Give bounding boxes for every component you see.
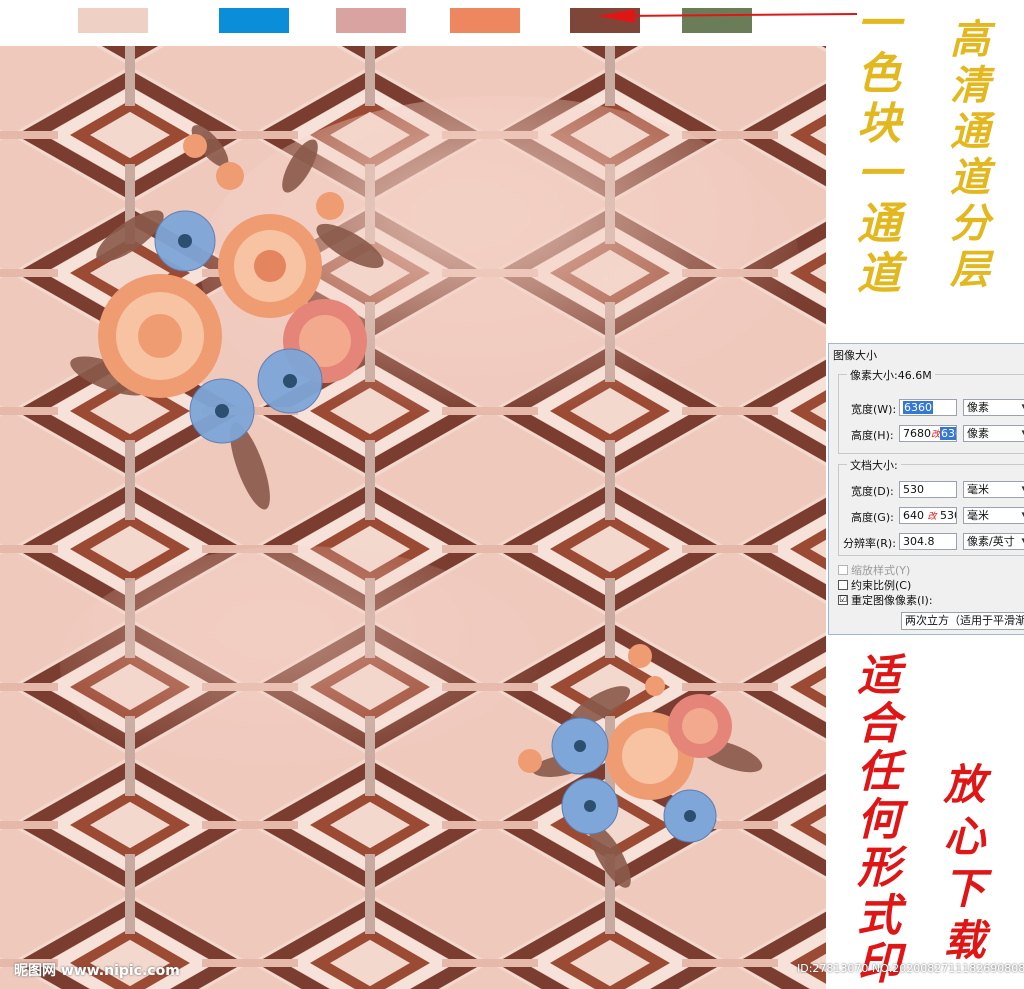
doc-height-label: 高度(G): [851,511,894,524]
resolution-input[interactable]: 304.8 [899,533,957,550]
pattern-artwork [0,46,826,989]
scale-styles-checkbox[interactable]: 缩放样式(Y) [838,562,910,578]
doc-width-value: 530 [903,483,924,496]
resample-method-select[interactable]: 两次立方（适用于平滑渐变 [901,612,1024,630]
image-size-dialog: 图像大小 像素大小:46.6M 宽度(W): 6360 像素 ▾ 高度(H): 7… [828,343,1024,635]
resolution-label: 分辨率(R): [843,537,896,550]
constrain-proportions-label: 约束比例(C) [851,579,912,592]
pixel-height-input[interactable]: 7680改6360 [899,425,957,442]
image-id-watermark: ID:27813070 NO:20200827111826908086 [797,962,1024,975]
swatch-coral [450,8,520,33]
document-size-group: 文档大小: 宽度(D): 530 毫米▾ 高度(G): 640 改 530 毫米… [838,457,1024,556]
dialog-title: 图像大小 [833,349,877,362]
swatch-dusty-rose [336,8,406,33]
checkbox-icon [838,580,848,590]
doc-width-unit: 毫米 [967,483,989,496]
change-mark-icon: 改 [927,512,937,522]
change-mark-icon: 改 [931,430,941,440]
pixel-width-unit-select[interactable]: 像素 ▾ [963,399,1024,416]
side-text-any-print: 适合任何形式印 [849,652,900,988]
checkmark-icon: ☑ [838,595,848,605]
resample-checkbox[interactable]: ☑ 重定图像像素(I): [838,592,933,608]
pixel-height-unit-select[interactable]: 像素 ▾ [963,425,1024,442]
doc-height-new: 530 [940,509,956,522]
doc-width-label: 宽度(D): [851,485,894,498]
resample-method-value: 两次立方（适用于平滑渐变 [905,614,1024,627]
doc-width-unit-select[interactable]: 毫米 ▾ [963,481,1024,498]
resolution-unit: 像素/英寸 [967,535,1015,548]
side-text-hd-channel-layers: 高清通道分层 [943,18,990,294]
pixel-height-unit: 像素 [967,427,989,440]
doc-width-input[interactable]: 530 [899,481,957,498]
doc-height-old: 640 [903,509,924,522]
red-arrow-icon [597,9,858,23]
side-text-one-block-one-channel: 一色块一通道 [849,0,900,300]
checkbox-icon [838,565,848,575]
pixel-width-value: 6360 [903,401,933,414]
pixel-dimensions-legend: 像素大小:46.6M [847,367,935,383]
pixel-width-input[interactable]: 6360 [899,399,957,416]
nipic-logo-watermark: 昵图网 www.nipic.com [14,963,180,979]
pixel-width-label: 宽度(W): [851,403,897,416]
document-size-legend: 文档大小: [847,457,901,473]
pixel-dimensions-group: 像素大小:46.6M 宽度(W): 6360 像素 ▾ 高度(H): 7680改6… [838,367,1024,454]
pixel-height-old: 7680 [903,427,931,440]
doc-height-unit-select[interactable]: 毫米 ▾ [963,507,1024,524]
swatch-blush [78,8,148,33]
resolution-unit-select[interactable]: 像素/英寸 ▾ [963,533,1024,550]
doc-height-unit: 毫米 [967,509,989,522]
pixel-width-unit: 像素 [967,401,989,414]
swatch-blue [219,8,289,33]
resolution-value: 304.8 [903,535,935,548]
pixel-height-label: 高度(H): [851,429,894,442]
scale-styles-label: 缩放样式(Y) [851,564,911,577]
constrain-proportions-checkbox[interactable]: 约束比例(C) [838,577,911,593]
doc-height-input[interactable]: 640 改 530 [899,507,957,524]
side-text-download: 放心下载 [937,762,986,970]
resample-label: 重定图像像素(I): [851,594,933,607]
pixel-height-new: 6360 [940,427,956,440]
